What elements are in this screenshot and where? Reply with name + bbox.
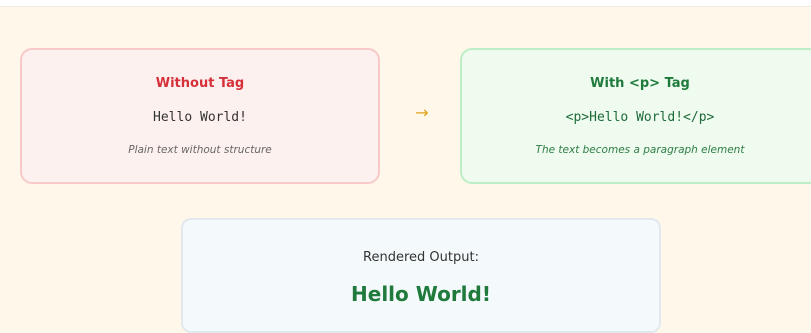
with-p-tag-title: With <p> Tag [590, 76, 690, 91]
without-tag-title: Without Tag [155, 76, 245, 91]
rendered-output-card: Rendered Output: Hello World! [181, 218, 661, 333]
without-tag-description: Plain text without structure [128, 144, 272, 156]
with-p-tag-description: The text becomes a paragraph element [535, 144, 745, 156]
without-tag-card: Without Tag Hello World! Plain text with… [20, 48, 380, 184]
rendered-output-value: Hello World! [351, 282, 491, 306]
without-tag-code: Hello World! [153, 110, 247, 125]
rendered-output-label: Rendered Output: [363, 250, 479, 265]
with-p-tag-code: <p>Hello World!</p> [565, 110, 715, 125]
top-strip [0, 0, 811, 7]
with-p-tag-card: With <p> Tag <p>Hello World!</p> The tex… [460, 48, 811, 184]
right-arrow-icon: → [415, 103, 429, 122]
